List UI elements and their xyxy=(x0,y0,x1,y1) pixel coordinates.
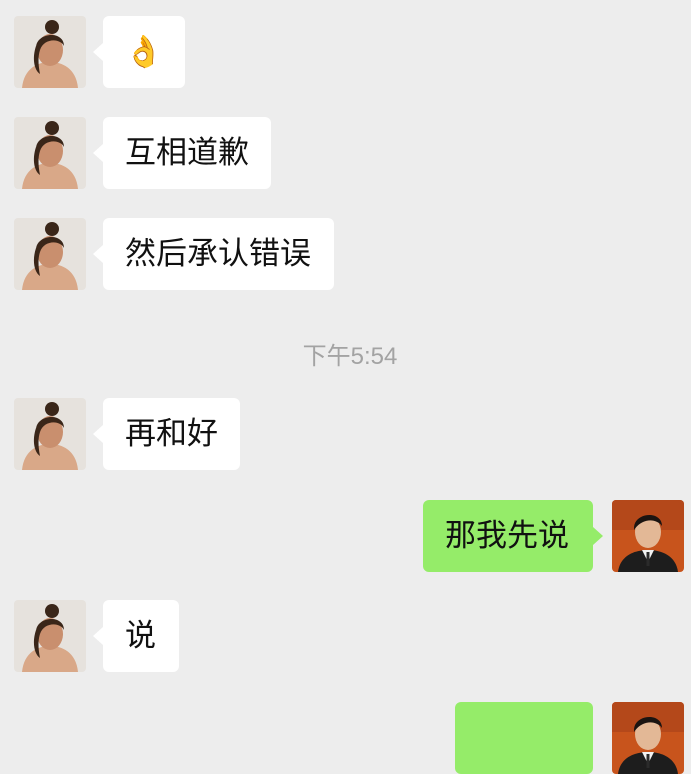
message-bubble[interactable]: 然后承认错误 xyxy=(103,218,334,290)
bubble-tail xyxy=(93,627,103,645)
avatar[interactable] xyxy=(612,500,684,572)
message-bubble[interactable]: 那我先说 xyxy=(423,500,593,572)
message-bubble[interactable]: 👌 xyxy=(103,16,185,88)
avatar[interactable] xyxy=(14,218,86,290)
message-bubble[interactable]: 说 xyxy=(103,600,179,672)
avatar[interactable] xyxy=(14,117,86,189)
avatar-image xyxy=(14,600,86,672)
avatar-image xyxy=(14,16,86,88)
avatar[interactable] xyxy=(14,600,86,672)
bubble-tail xyxy=(93,245,103,263)
avatar-image xyxy=(14,117,86,189)
message-bubble[interactable]: 再和好 xyxy=(103,398,240,470)
avatar-image xyxy=(612,500,684,572)
avatar-image xyxy=(14,218,86,290)
bubble-tail xyxy=(593,527,603,545)
avatar-image xyxy=(612,702,684,774)
avatar[interactable] xyxy=(14,16,86,88)
message-bubble[interactable]: 互相道歉 xyxy=(103,117,271,189)
avatar-image xyxy=(14,398,86,470)
message-bubble[interactable] xyxy=(455,702,593,774)
bubble-tail xyxy=(93,144,103,162)
avatar[interactable] xyxy=(14,398,86,470)
bubble-tail xyxy=(93,425,103,443)
bubble-tail xyxy=(93,43,103,61)
timestamp: 下午5:54 xyxy=(302,343,398,370)
avatar[interactable] xyxy=(612,702,684,774)
